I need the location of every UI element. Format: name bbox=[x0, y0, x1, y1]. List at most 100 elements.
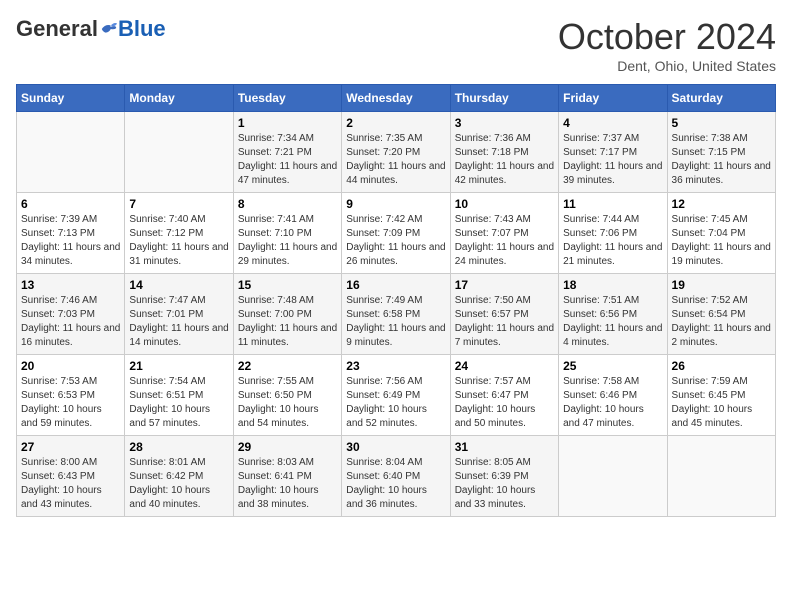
calendar-cell: 8 Sunrise: 7:41 AM Sunset: 7:10 PM Daylig… bbox=[233, 193, 341, 274]
day-info: Sunrise: 7:52 AM Sunset: 6:54 PM Dayligh… bbox=[672, 294, 771, 350]
calendar-cell bbox=[125, 112, 233, 193]
calendar-cell: 31 Sunrise: 8:05 AM Sunset: 6:39 PM Dayli… bbox=[450, 436, 558, 517]
day-number: 10 bbox=[455, 197, 554, 211]
calendar-cell: 4 Sunrise: 7:37 AM Sunset: 7:17 PM Daylig… bbox=[559, 112, 667, 193]
day-number: 26 bbox=[672, 359, 771, 373]
day-info: Sunrise: 7:42 AM Sunset: 7:09 PM Dayligh… bbox=[346, 213, 445, 269]
day-number: 29 bbox=[238, 440, 337, 454]
day-info: Sunrise: 8:05 AM Sunset: 6:39 PM Dayligh… bbox=[455, 456, 554, 512]
day-info: Sunrise: 7:54 AM Sunset: 6:51 PM Dayligh… bbox=[129, 375, 228, 431]
day-info: Sunrise: 7:35 AM Sunset: 7:20 PM Dayligh… bbox=[346, 132, 445, 188]
day-info: Sunrise: 7:45 AM Sunset: 7:04 PM Dayligh… bbox=[672, 213, 771, 269]
calendar-cell: 12 Sunrise: 7:45 AM Sunset: 7:04 PM Dayli… bbox=[667, 193, 775, 274]
column-header-sunday: Sunday bbox=[17, 85, 125, 112]
day-number: 23 bbox=[346, 359, 445, 373]
calendar-week-2: 6 Sunrise: 7:39 AM Sunset: 7:13 PM Daylig… bbox=[17, 193, 776, 274]
calendar-cell: 24 Sunrise: 7:57 AM Sunset: 6:47 PM Dayli… bbox=[450, 355, 558, 436]
calendar-cell: 21 Sunrise: 7:54 AM Sunset: 6:51 PM Dayli… bbox=[125, 355, 233, 436]
day-number: 20 bbox=[21, 359, 120, 373]
day-info: Sunrise: 7:55 AM Sunset: 6:50 PM Dayligh… bbox=[238, 375, 337, 431]
calendar-cell: 10 Sunrise: 7:43 AM Sunset: 7:07 PM Dayli… bbox=[450, 193, 558, 274]
day-info: Sunrise: 8:01 AM Sunset: 6:42 PM Dayligh… bbox=[129, 456, 228, 512]
day-number: 19 bbox=[672, 278, 771, 292]
calendar-week-5: 27Sunrise: 8:00 AM Sunset: 6:43 PM Dayli… bbox=[17, 436, 776, 517]
calendar-week-4: 20 Sunrise: 7:53 AM Sunset: 6:53 PM Dayli… bbox=[17, 355, 776, 436]
calendar-cell: 29 Sunrise: 8:03 AM Sunset: 6:41 PM Dayli… bbox=[233, 436, 341, 517]
calendar-cell bbox=[17, 112, 125, 193]
logo-blue-text: Blue bbox=[118, 16, 166, 42]
day-info: Sunrise: 7:58 AM Sunset: 6:46 PM Dayligh… bbox=[563, 375, 662, 431]
day-info: Sunrise: 7:50 AM Sunset: 6:57 PM Dayligh… bbox=[455, 294, 554, 350]
calendar-cell: 20 Sunrise: 7:53 AM Sunset: 6:53 PM Dayli… bbox=[17, 355, 125, 436]
day-info: Sunrise: 7:47 AM Sunset: 7:01 PM Dayligh… bbox=[129, 294, 228, 350]
calendar-cell: 13 Sunrise: 7:46 AM Sunset: 7:03 PM Dayli… bbox=[17, 274, 125, 355]
column-header-thursday: Thursday bbox=[450, 85, 558, 112]
location-text: Dent, Ohio, United States bbox=[558, 58, 776, 74]
calendar-cell: 1Sunrise: 7:34 AM Sunset: 7:21 PM Daylig… bbox=[233, 112, 341, 193]
logo-bird-icon bbox=[100, 20, 118, 38]
day-info: Sunrise: 7:59 AM Sunset: 6:45 PM Dayligh… bbox=[672, 375, 771, 431]
calendar-cell: 14Sunrise: 7:47 AM Sunset: 7:01 PM Dayli… bbox=[125, 274, 233, 355]
logo: General Blue bbox=[16, 16, 166, 42]
day-number: 16 bbox=[346, 278, 445, 292]
day-number: 27 bbox=[21, 440, 120, 454]
column-header-saturday: Saturday bbox=[667, 85, 775, 112]
calendar-cell bbox=[559, 436, 667, 517]
day-number: 13 bbox=[21, 278, 120, 292]
day-info: Sunrise: 7:46 AM Sunset: 7:03 PM Dayligh… bbox=[21, 294, 120, 350]
day-number: 22 bbox=[238, 359, 337, 373]
calendar-cell: 19 Sunrise: 7:52 AM Sunset: 6:54 PM Dayli… bbox=[667, 274, 775, 355]
calendar-cell: 2 Sunrise: 7:35 AM Sunset: 7:20 PM Daylig… bbox=[342, 112, 450, 193]
day-number: 31 bbox=[455, 440, 554, 454]
calendar-week-3: 13 Sunrise: 7:46 AM Sunset: 7:03 PM Dayli… bbox=[17, 274, 776, 355]
calendar-week-1: 1Sunrise: 7:34 AM Sunset: 7:21 PM Daylig… bbox=[17, 112, 776, 193]
day-info: Sunrise: 7:53 AM Sunset: 6:53 PM Dayligh… bbox=[21, 375, 120, 431]
column-header-friday: Friday bbox=[559, 85, 667, 112]
day-info: Sunrise: 7:56 AM Sunset: 6:49 PM Dayligh… bbox=[346, 375, 445, 431]
day-number: 30 bbox=[346, 440, 445, 454]
day-info: Sunrise: 7:57 AM Sunset: 6:47 PM Dayligh… bbox=[455, 375, 554, 431]
column-header-tuesday: Tuesday bbox=[233, 85, 341, 112]
day-number: 9 bbox=[346, 197, 445, 211]
day-info: Sunrise: 7:41 AM Sunset: 7:10 PM Dayligh… bbox=[238, 213, 337, 269]
calendar-cell: 17Sunrise: 7:50 AM Sunset: 6:57 PM Dayli… bbox=[450, 274, 558, 355]
calendar-cell: 23 Sunrise: 7:56 AM Sunset: 6:49 PM Dayli… bbox=[342, 355, 450, 436]
day-number: 21 bbox=[129, 359, 228, 373]
day-info: Sunrise: 7:37 AM Sunset: 7:17 PM Dayligh… bbox=[563, 132, 662, 188]
day-info: Sunrise: 7:43 AM Sunset: 7:07 PM Dayligh… bbox=[455, 213, 554, 269]
calendar-cell: 15 Sunrise: 7:48 AM Sunset: 7:00 PM Dayli… bbox=[233, 274, 341, 355]
day-info: Sunrise: 7:36 AM Sunset: 7:18 PM Dayligh… bbox=[455, 132, 554, 188]
day-info: Sunrise: 7:48 AM Sunset: 7:00 PM Dayligh… bbox=[238, 294, 337, 350]
calendar-cell: 18 Sunrise: 7:51 AM Sunset: 6:56 PM Dayli… bbox=[559, 274, 667, 355]
day-info: Sunrise: 7:38 AM Sunset: 7:15 PM Dayligh… bbox=[672, 132, 771, 188]
day-info: Sunrise: 8:04 AM Sunset: 6:40 PM Dayligh… bbox=[346, 456, 445, 512]
calendar-cell: 11Sunrise: 7:44 AM Sunset: 7:06 PM Dayli… bbox=[559, 193, 667, 274]
day-number: 3 bbox=[455, 116, 554, 130]
calendar-cell: 7Sunrise: 7:40 AM Sunset: 7:12 PM Daylig… bbox=[125, 193, 233, 274]
day-number: 2 bbox=[346, 116, 445, 130]
day-number: 5 bbox=[672, 116, 771, 130]
calendar-cell: 16 Sunrise: 7:49 AM Sunset: 6:58 PM Dayli… bbox=[342, 274, 450, 355]
day-number: 8 bbox=[238, 197, 337, 211]
day-number: 15 bbox=[238, 278, 337, 292]
day-info: Sunrise: 7:49 AM Sunset: 6:58 PM Dayligh… bbox=[346, 294, 445, 350]
header-row: SundayMondayTuesdayWednesdayThursdayFrid… bbox=[17, 85, 776, 112]
logo-general-text: General bbox=[16, 16, 98, 42]
column-header-monday: Monday bbox=[125, 85, 233, 112]
day-info: Sunrise: 7:39 AM Sunset: 7:13 PM Dayligh… bbox=[21, 213, 120, 269]
day-number: 18 bbox=[563, 278, 662, 292]
page-header: General Blue October 2024 Dent, Ohio, Un… bbox=[16, 16, 776, 74]
day-info: Sunrise: 8:03 AM Sunset: 6:41 PM Dayligh… bbox=[238, 456, 337, 512]
calendar-cell: 22 Sunrise: 7:55 AM Sunset: 6:50 PM Dayli… bbox=[233, 355, 341, 436]
day-info: Sunrise: 7:51 AM Sunset: 6:56 PM Dayligh… bbox=[563, 294, 662, 350]
calendar-cell: 27Sunrise: 8:00 AM Sunset: 6:43 PM Dayli… bbox=[17, 436, 125, 517]
calendar-cell: 25 Sunrise: 7:58 AM Sunset: 6:46 PM Dayli… bbox=[559, 355, 667, 436]
calendar-cell: 28Sunrise: 8:01 AM Sunset: 6:42 PM Dayli… bbox=[125, 436, 233, 517]
day-number: 24 bbox=[455, 359, 554, 373]
day-number: 11 bbox=[563, 197, 662, 211]
day-number: 12 bbox=[672, 197, 771, 211]
day-number: 6 bbox=[21, 197, 120, 211]
calendar-cell: 9 Sunrise: 7:42 AM Sunset: 7:09 PM Daylig… bbox=[342, 193, 450, 274]
day-number: 4 bbox=[563, 116, 662, 130]
day-number: 25 bbox=[563, 359, 662, 373]
